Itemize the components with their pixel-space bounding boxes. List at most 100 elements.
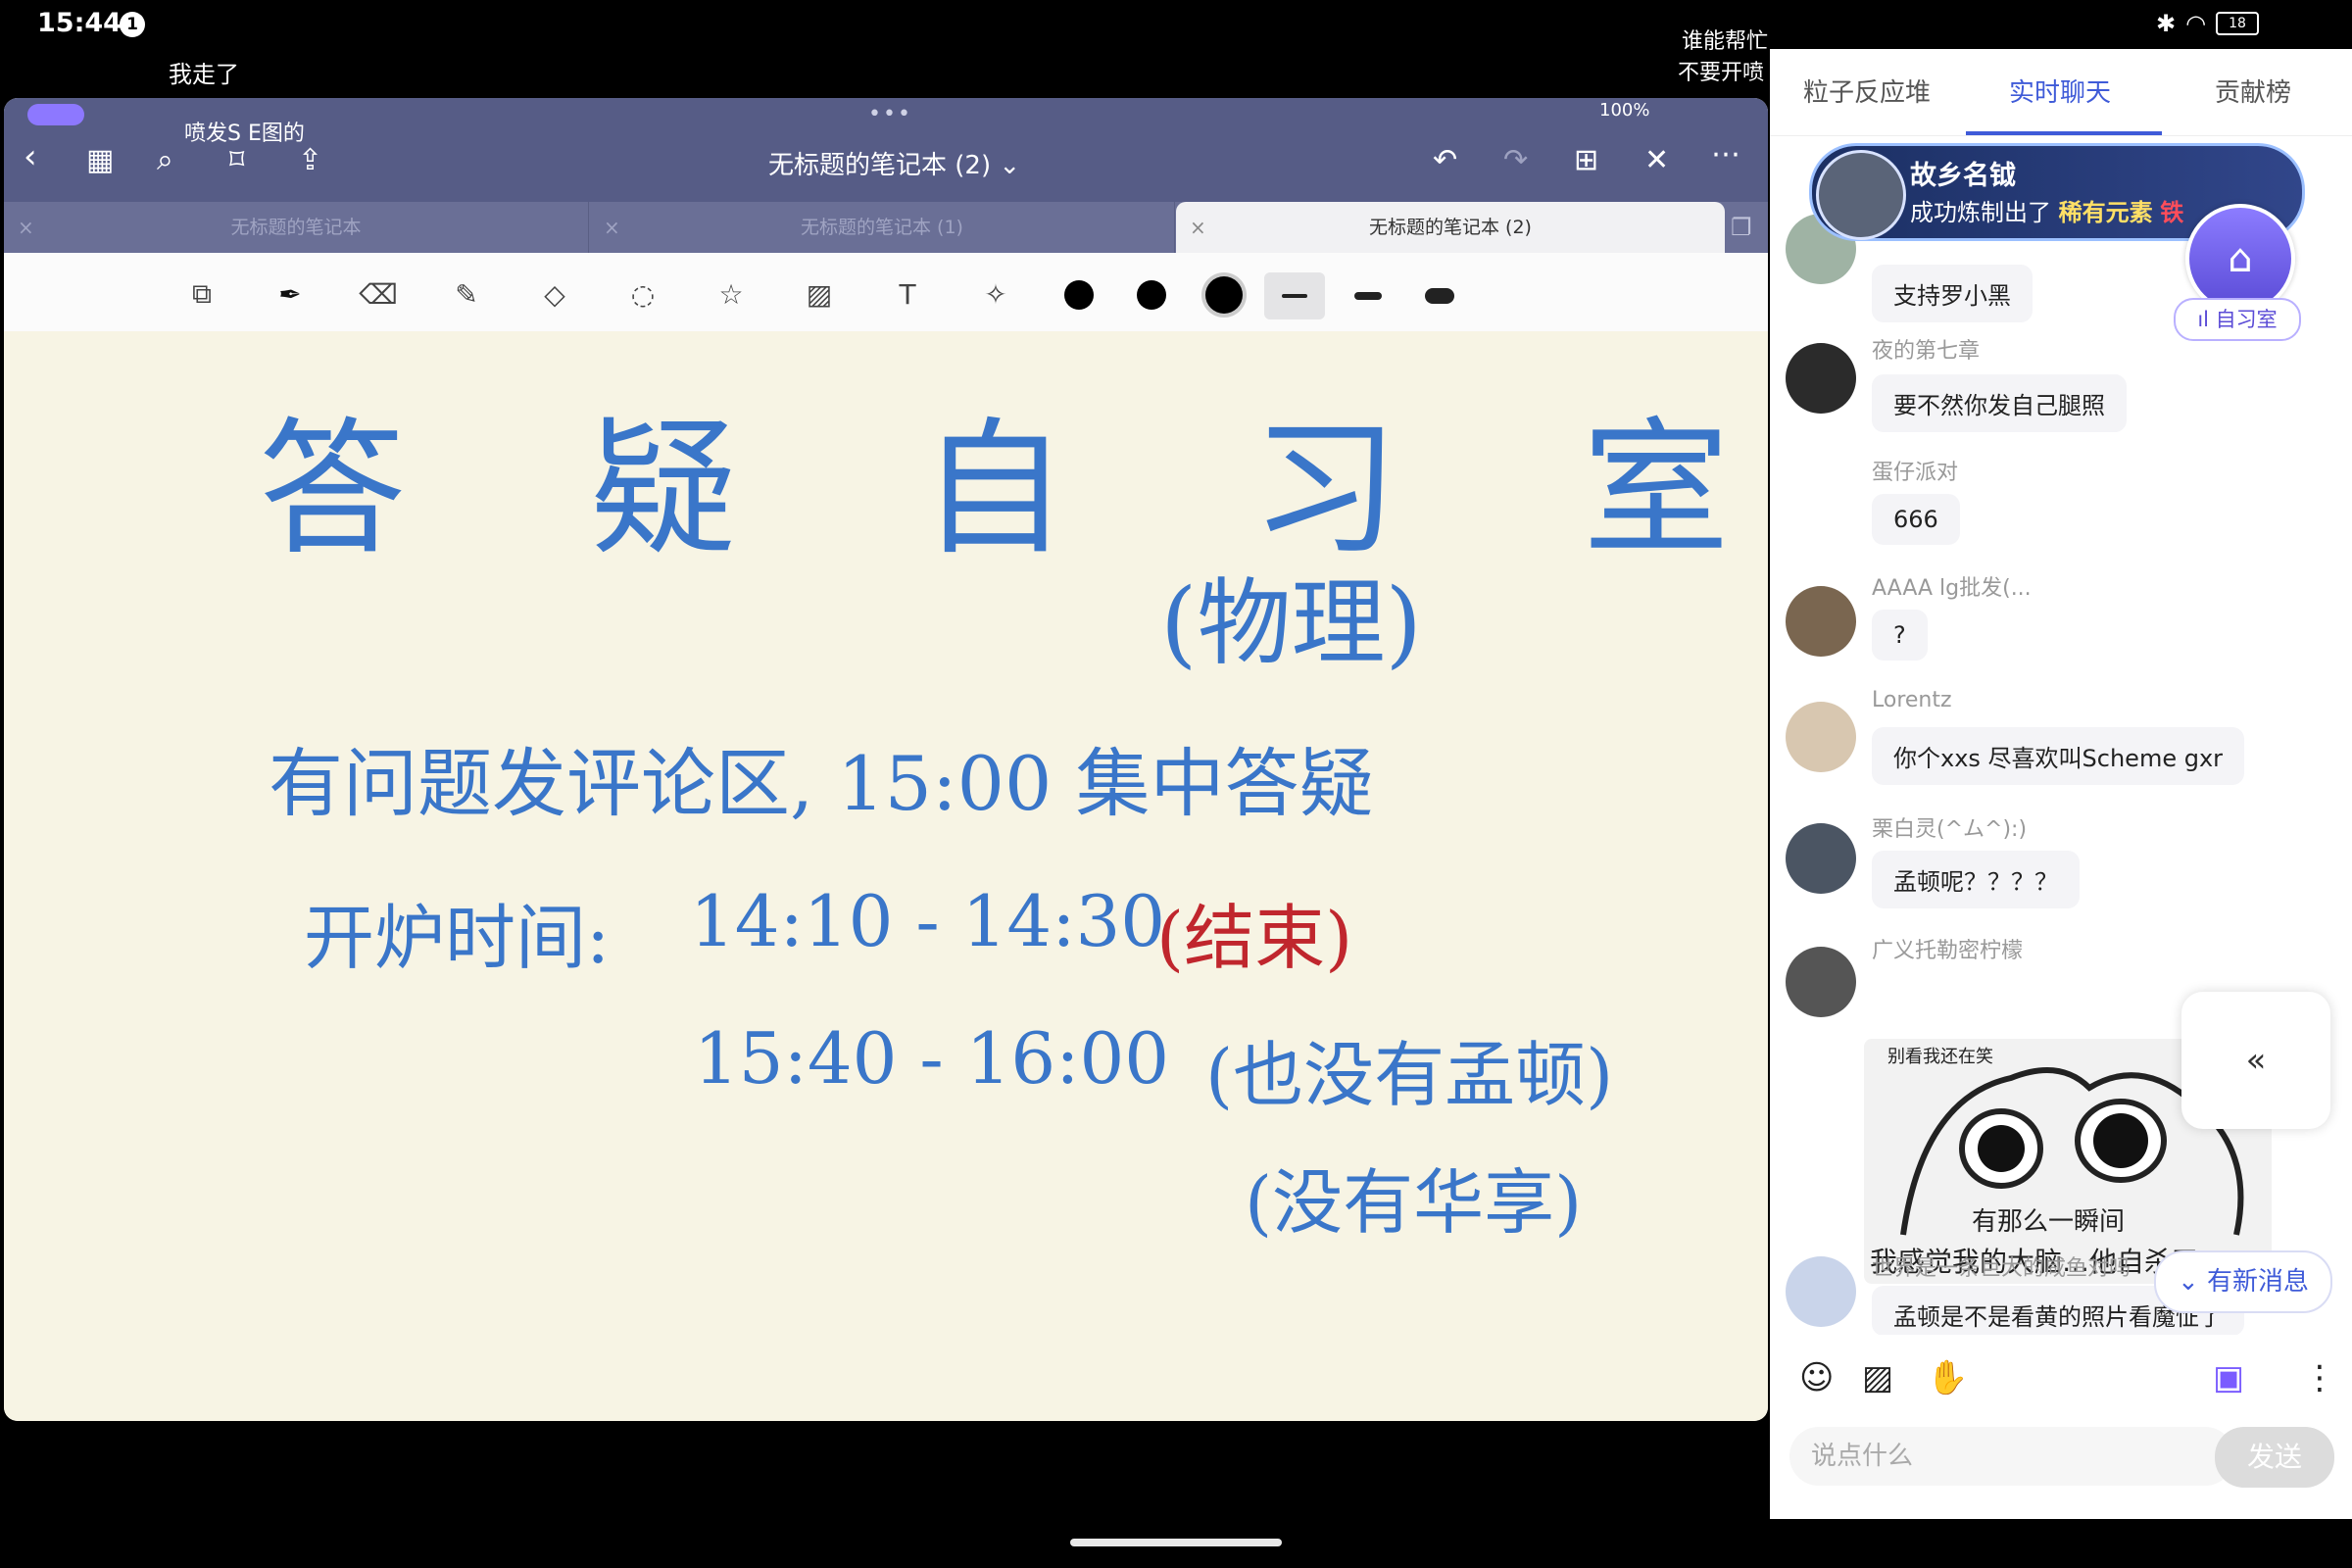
notes-app-window: ••• 100% ‹ ▦ ⌕ ⌑ ⇪ 无标题的笔记本 (2) ⌄ ↶ ↷ ⊞ ✕… xyxy=(4,98,1768,1421)
tab-particle-reactor[interactable]: 粒子反应堆 xyxy=(1803,73,1931,109)
grid-icon[interactable]: ▦ xyxy=(86,143,114,177)
tab-close-icon[interactable]: × xyxy=(18,202,34,253)
search-icon[interactable]: ⌕ xyxy=(157,143,173,177)
pen-color-black-2[interactable] xyxy=(1137,280,1166,310)
active-tab-indicator xyxy=(1966,131,2162,135)
avatar[interactable] xyxy=(1786,823,1856,894)
message-bubble[interactable]: 孟顿呢？？？？ xyxy=(1872,851,2080,908)
stroke-width-medium[interactable] xyxy=(1354,292,1382,300)
stroke-width-thick[interactable] xyxy=(1425,288,1454,304)
danmaku-text: 谁能帮忙 xyxy=(1682,29,1769,54)
pen-color-black[interactable] xyxy=(1064,280,1094,310)
tab-live-chat[interactable]: 实时聊天 xyxy=(2009,73,2111,109)
image-icon[interactable]: ▨ xyxy=(1862,1358,1893,1397)
message-bubble[interactable]: 666 xyxy=(1872,494,1960,545)
username[interactable]: Lorentz xyxy=(1872,688,1952,712)
tab-contribution-rank[interactable]: 贡献榜 xyxy=(2215,73,2291,109)
tablet-status: 100% xyxy=(1599,100,1650,121)
send-button[interactable]: 发送 xyxy=(2215,1427,2334,1488)
banner-text: 成功炼制出了 稀有元素 铁 xyxy=(1910,199,2184,226)
collapse-panel-button[interactable]: « xyxy=(2181,992,2330,1129)
username[interactable]: 广义托勒密柠檬 xyxy=(1872,933,2023,964)
message-bubble[interactable]: ? xyxy=(1872,610,1928,661)
meme-caption-middle: 有那么一瞬间 xyxy=(1972,1207,2126,1237)
app-badge xyxy=(27,104,84,125)
emoji-icon[interactable]: ☺ xyxy=(1799,1358,1834,1397)
new-messages-button[interactable]: ⌄ 有新消息 xyxy=(2154,1250,2332,1313)
add-page-icon[interactable]: ⊞ xyxy=(1574,143,1598,177)
avatar xyxy=(1816,150,1906,240)
chat-input[interactable] xyxy=(1789,1427,2234,1486)
handwriting-canvas[interactable]: 答 疑 自 习 室 (物理) 有问题发评论区, 15:00 集中答疑 开炉时间:… xyxy=(4,331,1768,1421)
status-time: 15:44 xyxy=(37,8,122,38)
avatar[interactable] xyxy=(1786,947,1856,1017)
battery-icon: 18 xyxy=(2216,12,2260,35)
pen-color-selected[interactable] xyxy=(1205,276,1243,314)
handwritten-subject: (物理) xyxy=(1160,568,1422,678)
tab-close-icon[interactable]: × xyxy=(604,202,620,253)
undo-icon[interactable]: ↶ xyxy=(1433,143,1457,177)
avatar[interactable] xyxy=(1786,1256,1856,1327)
notes-topbar: ••• 100% ‹ ▦ ⌕ ⌑ ⇪ 无标题的笔记本 (2) ⌄ ↶ ↷ ⊞ ✕… xyxy=(4,98,1768,202)
text-icon[interactable]: T xyxy=(886,272,929,316)
more-vertical-icon[interactable]: ⋮ xyxy=(2303,1358,2336,1397)
sticker-icon[interactable]: ☆ xyxy=(710,272,753,316)
shapes-icon[interactable]: ◇ xyxy=(533,272,576,316)
bluetooth-icon: ✱ xyxy=(2156,10,2177,37)
username[interactable]: AAAA lg批发(... xyxy=(1872,570,2032,602)
study-room-label: ıl 自习室 xyxy=(2174,298,2301,341)
danmaku-text: 我走了 xyxy=(169,61,239,88)
username[interactable]: 世界是一条巨大的咸鱼对吗 xyxy=(1872,1250,2131,1282)
share-icon[interactable]: ⇪ xyxy=(298,143,322,177)
highlighter-icon[interactable]: ✎ xyxy=(445,272,488,316)
handwritten-line-2-label: 开炉时间: xyxy=(304,897,611,979)
message-bubble[interactable]: 要不然你发自己腿照 xyxy=(1872,374,2127,432)
avatar[interactable] xyxy=(1786,343,1856,414)
bookmark-icon[interactable]: ⌑ xyxy=(229,143,244,177)
stroke-width-thin[interactable] xyxy=(1282,294,1307,298)
avatar[interactable] xyxy=(1786,586,1856,657)
window-handle-icon[interactable]: ••• xyxy=(868,102,912,126)
chat-input-bar: ☺ ▨ ✋ ▣ ⋮ 发送 xyxy=(1770,1335,2352,1519)
redo-icon[interactable]: ↷ xyxy=(1503,143,1528,177)
avatar[interactable] xyxy=(1786,702,1856,772)
gift-icon[interactable]: ▣ xyxy=(2213,1358,2244,1397)
username[interactable]: 栗白灵(^ム^):) xyxy=(1872,811,2027,843)
tab-notebook[interactable]: × 无标题的笔记本 xyxy=(4,202,589,253)
handwritten-line-2-time: 14:10 - 14:30 xyxy=(690,880,1166,962)
handwritten-line-3-note: (也没有孟顿) xyxy=(1205,1034,1614,1116)
more-icon[interactable]: ⋯ xyxy=(1711,137,1740,172)
meme-caption-top: 别看我还在笑 xyxy=(1887,1047,1993,1067)
document-title[interactable]: 无标题的笔记本 (2) ⌄ xyxy=(768,145,1020,181)
system-status-icons: ✱ ◠ 18 xyxy=(2156,10,2260,37)
home-indicator[interactable] xyxy=(1070,1539,1282,1546)
laser-icon[interactable]: ✧ xyxy=(974,272,1017,316)
message-bubble[interactable]: 你个xxs 尽喜欢叫Scheme gxr xyxy=(1872,727,2245,785)
handwritten-line-1: 有问题发评论区, 15:00 集中答疑 xyxy=(269,740,1374,827)
pen-icon[interactable]: ✒ xyxy=(269,272,312,316)
tab-close-icon[interactable]: × xyxy=(1190,202,1206,253)
study-room-button[interactable]: ⌂ ıl 自习室 xyxy=(2174,204,2301,341)
tab-overview-icon[interactable]: ❐ xyxy=(1731,214,1752,241)
page-icon[interactable]: ⧉ xyxy=(180,272,223,316)
lasso-icon[interactable]: ◌ xyxy=(621,272,664,316)
hand-icon[interactable]: ✋ xyxy=(1927,1358,1968,1397)
bars-icon: ıl xyxy=(2197,308,2209,331)
handwritten-line-2-note: (结束) xyxy=(1156,897,1353,979)
danmaku-text: 喷发S E图的 xyxy=(184,122,305,146)
back-icon[interactable]: ‹ xyxy=(24,137,37,176)
handwritten-line-3-time: 15:40 - 16:00 xyxy=(694,1017,1170,1100)
tab-notebook-1[interactable]: × 无标题的笔记本 (1) xyxy=(590,202,1175,253)
eraser-icon[interactable]: ⌫ xyxy=(357,272,400,316)
username[interactable]: 夜的第七章 xyxy=(1872,333,1980,365)
message-bubble[interactable]: 支持罗小黑 xyxy=(1872,265,2033,322)
handwritten-line-4-note: (没有华享) xyxy=(1245,1161,1583,1244)
chevron-down-icon: ⌄ xyxy=(999,151,1021,180)
chevron-down-icon: ⌄ xyxy=(2177,1267,2199,1297)
handwritten-title: 答 疑 自 习 室 xyxy=(259,405,1768,575)
image-icon[interactable]: ▨ xyxy=(798,272,841,316)
tab-notebook-2[interactable]: × 无标题的笔记本 (2) xyxy=(1176,202,1725,253)
close-icon[interactable]: ✕ xyxy=(1644,143,1669,177)
username[interactable]: 蛋仔派对 xyxy=(1872,455,1958,486)
drawing-toolbar: ⧉ ✒ ⌫ ✎ ◇ ◌ ☆ ▨ T ✧ xyxy=(4,253,1768,332)
